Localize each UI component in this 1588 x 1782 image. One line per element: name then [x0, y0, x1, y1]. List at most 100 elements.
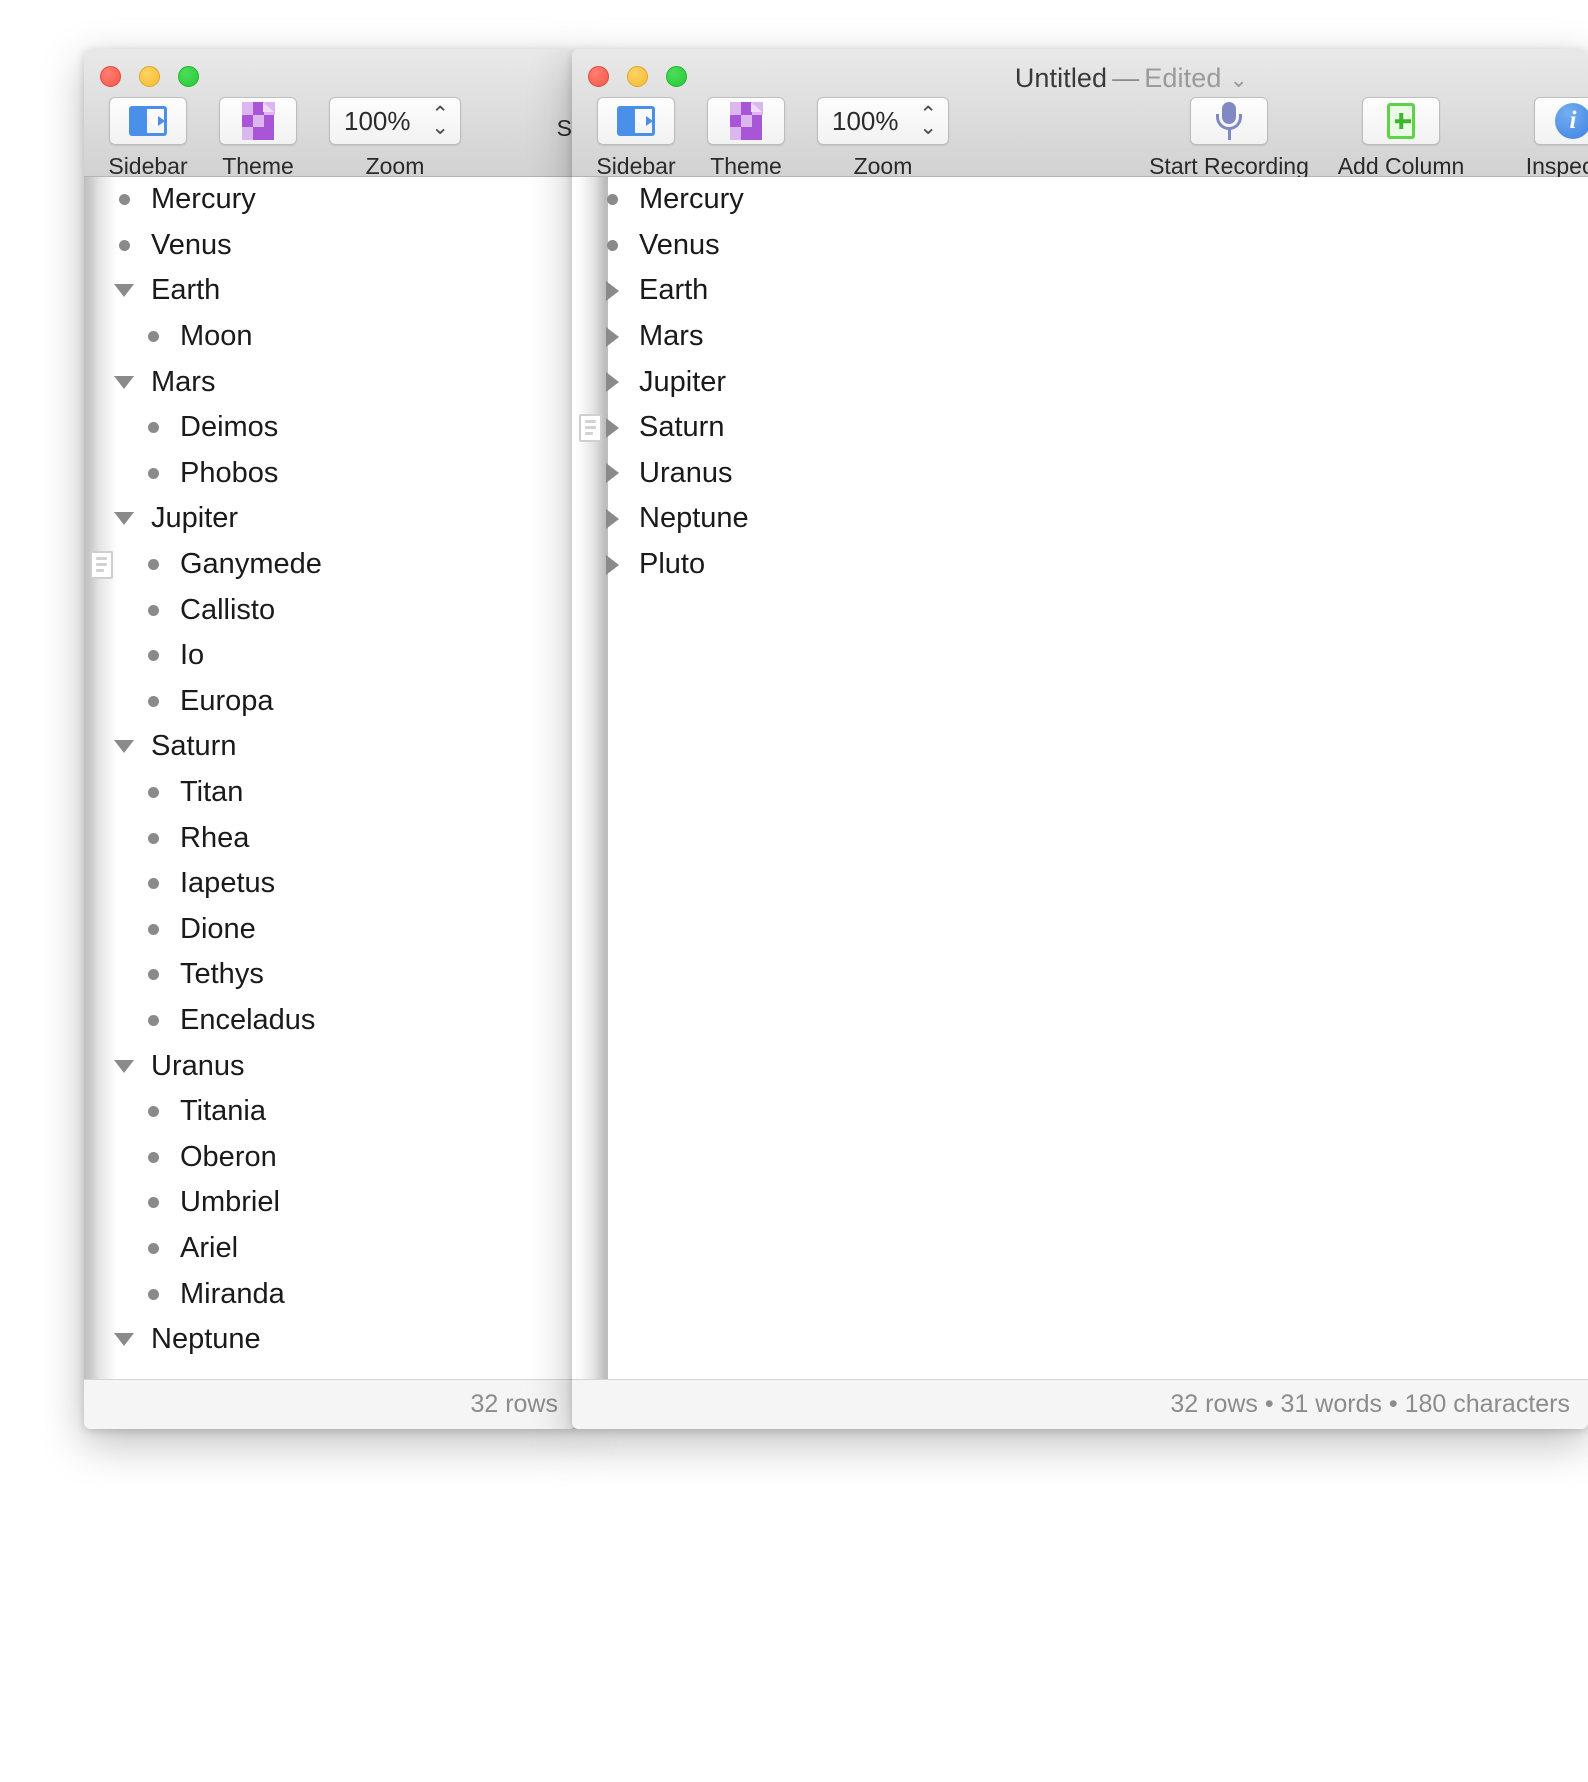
- row-marker[interactable]: [107, 740, 141, 753]
- outline-row[interactable]: Io: [84, 633, 576, 679]
- disclosure-open-icon[interactable]: [114, 1060, 134, 1073]
- toolbar-sidebar-right[interactable]: Sidebar: [590, 97, 682, 180]
- zoom-button[interactable]: [178, 66, 199, 87]
- outline-row[interactable]: Deimos: [84, 405, 576, 451]
- outline-row[interactable]: Europa: [84, 679, 576, 725]
- outline-row[interactable]: Ganymede: [84, 542, 576, 588]
- note-indicator[interactable]: [579, 414, 602, 442]
- toolbar-theme-right[interactable]: Theme: [700, 97, 792, 180]
- row-marker[interactable]: [136, 1152, 170, 1163]
- outline-row[interactable]: Earth: [572, 268, 1588, 314]
- disclosure-closed-icon[interactable]: [606, 509, 619, 529]
- row-marker[interactable]: [136, 422, 170, 433]
- outline-row[interactable]: Mercury: [572, 177, 1588, 223]
- disclosure-open-icon[interactable]: [114, 284, 134, 297]
- outline-row[interactable]: Mars: [84, 359, 576, 405]
- outline-right[interactable]: MercuryVenusEarthMarsJupiterSaturnUranus…: [572, 177, 1588, 1379]
- outline-row[interactable]: Dione: [84, 907, 576, 953]
- disclosure-closed-icon[interactable]: [606, 555, 619, 575]
- row-marker[interactable]: [595, 327, 629, 347]
- row-marker[interactable]: [136, 969, 170, 980]
- zoom-stepper[interactable]: 100% ⌃⌄: [329, 97, 461, 145]
- theme-button[interactable]: [707, 97, 785, 145]
- outline-row[interactable]: Mercury: [84, 177, 576, 223]
- toolbar-theme-left[interactable]: Theme: [212, 97, 304, 180]
- toolbar-inspector[interactable]: i Inspector: [1496, 97, 1588, 180]
- toolbar-record[interactable]: Start Recording: [1152, 97, 1306, 180]
- disclosure-open-icon[interactable]: [114, 512, 134, 525]
- outline-row[interactable]: Earth: [84, 268, 576, 314]
- titlebar-left[interactable]: Sidebar Theme 100%: [84, 49, 576, 177]
- note-indicator[interactable]: [90, 551, 113, 579]
- chevron-down-icon[interactable]: ⌄: [1229, 67, 1248, 92]
- toolbar-sidebar-left[interactable]: Sidebar: [102, 97, 194, 180]
- row-marker[interactable]: [107, 376, 141, 389]
- outline-row[interactable]: Umbriel: [84, 1180, 576, 1226]
- outline-row[interactable]: Titan: [84, 770, 576, 816]
- row-marker[interactable]: [107, 1060, 141, 1073]
- row-marker[interactable]: [595, 240, 629, 251]
- row-marker[interactable]: [136, 1197, 170, 1208]
- sidebar-toggle-button[interactable]: [109, 97, 187, 145]
- minimize-button[interactable]: [139, 66, 160, 87]
- outline-row[interactable]: Saturn: [572, 405, 1588, 451]
- row-marker[interactable]: [136, 559, 170, 570]
- disclosure-open-icon[interactable]: [114, 740, 134, 753]
- outline-row[interactable]: Callisto: [84, 587, 576, 633]
- window-left[interactable]: Sidebar Theme 100%: [84, 49, 576, 1429]
- outline-row[interactable]: Rhea: [84, 815, 576, 861]
- row-marker[interactable]: [107, 194, 141, 205]
- stepper-icon[interactable]: ⌃⌄: [919, 108, 937, 134]
- row-marker[interactable]: [107, 512, 141, 525]
- row-marker[interactable]: [107, 240, 141, 251]
- toolbar-zoom-right[interactable]: 100% ⌃⌄ Zoom: [810, 97, 956, 180]
- outline-row[interactable]: Neptune: [84, 1317, 576, 1363]
- close-button[interactable]: [588, 66, 609, 87]
- close-button[interactable]: [100, 66, 121, 87]
- row-marker[interactable]: [595, 372, 629, 392]
- outline-row[interactable]: Jupiter: [84, 496, 576, 542]
- toolbar-add-column[interactable]: Add Column: [1324, 97, 1478, 180]
- row-marker[interactable]: [136, 1106, 170, 1117]
- row-marker[interactable]: [136, 833, 170, 844]
- disclosure-open-icon[interactable]: [114, 1333, 134, 1346]
- theme-button[interactable]: [219, 97, 297, 145]
- outline-row[interactable]: Mars: [572, 314, 1588, 360]
- outline-row[interactable]: Miranda: [84, 1271, 576, 1317]
- titlebar-right[interactable]: Untitled—Edited⌄ Sidebar: [572, 49, 1588, 177]
- row-marker[interactable]: [107, 1333, 141, 1346]
- row-marker[interactable]: [595, 555, 629, 575]
- inspector-button[interactable]: i: [1534, 97, 1588, 145]
- outline-row[interactable]: Titania: [84, 1089, 576, 1135]
- row-marker[interactable]: [136, 650, 170, 661]
- outline-row[interactable]: Neptune: [572, 496, 1588, 542]
- outline-row[interactable]: Iapetus: [84, 861, 576, 907]
- disclosure-closed-icon[interactable]: [606, 463, 619, 483]
- row-marker[interactable]: [595, 463, 629, 483]
- disclosure-closed-icon[interactable]: [606, 372, 619, 392]
- outline-row[interactable]: Tethys: [84, 952, 576, 998]
- row-marker[interactable]: [136, 696, 170, 707]
- outline-row[interactable]: Venus: [572, 223, 1588, 269]
- outline-row[interactable]: Venus: [84, 223, 576, 269]
- zoom-button[interactable]: [666, 66, 687, 87]
- row-marker[interactable]: [136, 924, 170, 935]
- outline-row[interactable]: Saturn: [84, 724, 576, 770]
- disclosure-closed-icon[interactable]: [606, 327, 619, 347]
- row-marker[interactable]: [136, 331, 170, 342]
- row-marker[interactable]: [595, 509, 629, 529]
- disclosure-closed-icon[interactable]: [606, 281, 619, 301]
- stepper-icon[interactable]: ⌃⌄: [431, 108, 449, 134]
- document-title[interactable]: Untitled—Edited⌄: [1015, 63, 1248, 94]
- row-marker[interactable]: [136, 787, 170, 798]
- row-marker[interactable]: [595, 194, 629, 205]
- toolbar-zoom-left[interactable]: 100% ⌃⌄ Zoom: [322, 97, 468, 180]
- outline-left[interactable]: MercuryVenusEarthMoonMarsDeimosPhobosJup…: [84, 177, 576, 1379]
- outline-row[interactable]: Enceladus: [84, 998, 576, 1044]
- add-column-button[interactable]: [1362, 97, 1440, 145]
- start-recording-button[interactable]: [1190, 97, 1268, 145]
- row-marker[interactable]: [136, 468, 170, 479]
- row-marker[interactable]: [136, 1243, 170, 1254]
- outline-row[interactable]: Uranus: [572, 451, 1588, 497]
- minimize-button[interactable]: [627, 66, 648, 87]
